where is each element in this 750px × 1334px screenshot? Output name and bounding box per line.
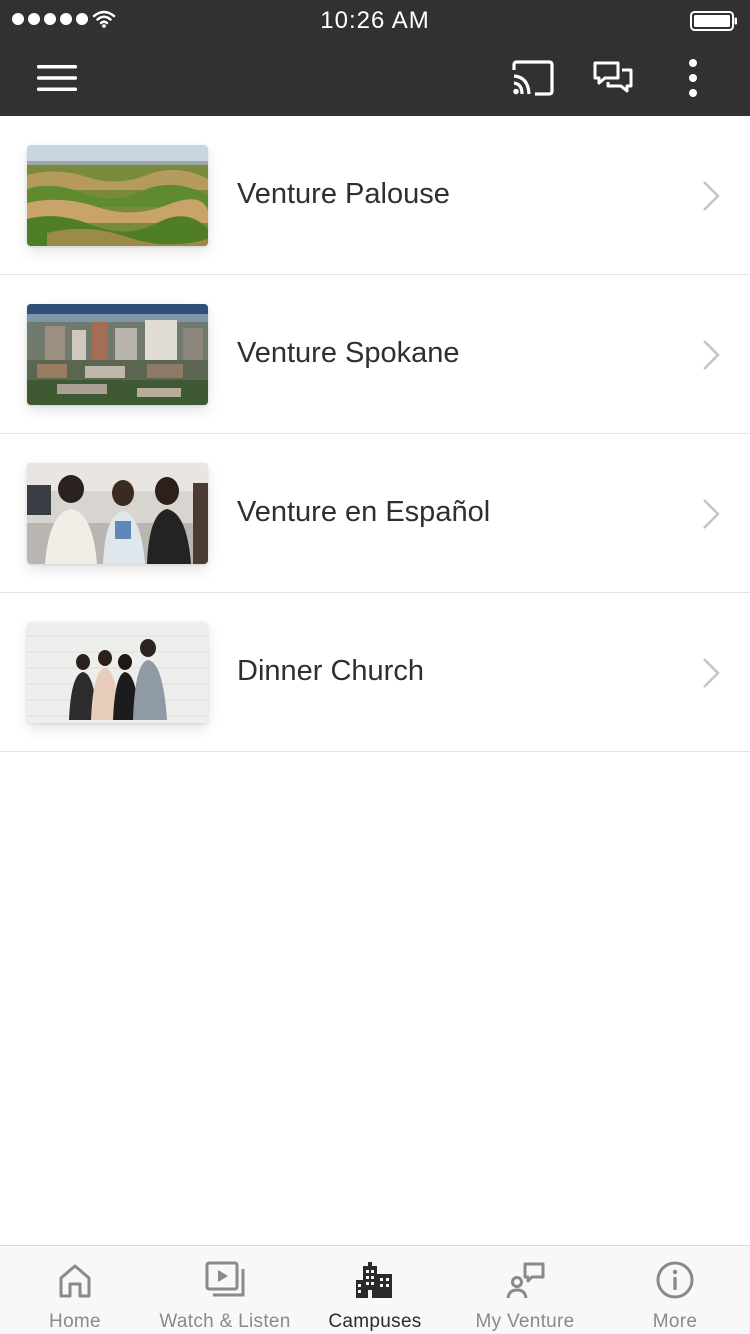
family-group-photo [27, 622, 208, 723]
chevron-right-icon [703, 658, 720, 688]
chevron-right-icon [703, 499, 720, 529]
person-message-icon [506, 1262, 545, 1299]
campus-row[interactable]: Venture Spokane [0, 275, 750, 434]
status-time: 10:26 AM [320, 7, 430, 34]
more-options-button[interactable] [669, 54, 717, 102]
more-vertical-icon [689, 59, 697, 97]
buildings-icon [356, 1262, 392, 1298]
palouse-hills-photo [27, 145, 208, 246]
chevron-right-icon [703, 340, 720, 370]
chat-icon [593, 61, 633, 93]
people-talking-photo [27, 463, 208, 564]
campus-name: Dinner Church [237, 655, 424, 687]
tab-campuses[interactable]: Campuses [300, 1246, 450, 1334]
video-playlist-icon [205, 1261, 245, 1297]
chat-button[interactable] [589, 54, 637, 102]
chevron-right-icon [703, 181, 720, 211]
cast-button[interactable] [509, 54, 557, 102]
home-icon [59, 1264, 91, 1298]
spokane-skyline-photo [27, 304, 208, 405]
bottom-tab-bar: Home Watch & Listen Campuses My Venture … [0, 1245, 750, 1334]
app-bar [0, 40, 750, 116]
campus-row[interactable]: Venture en Español [0, 434, 750, 593]
campus-list: Venture Palouse Venture Spokane Venture … [0, 116, 750, 752]
menu-button[interactable] [33, 54, 81, 102]
tab-watch-listen[interactable]: Watch & Listen [150, 1246, 300, 1334]
hamburger-menu-icon [37, 65, 77, 91]
tab-label: Watch & Listen [159, 1311, 291, 1332]
campus-row[interactable]: Dinner Church [0, 593, 750, 752]
tab-my-venture[interactable]: My Venture [450, 1246, 600, 1334]
tab-label: Campuses [328, 1311, 422, 1332]
tab-label: My Venture [475, 1311, 575, 1332]
campus-row[interactable]: Venture Palouse [0, 116, 750, 275]
tab-more[interactable]: More [600, 1246, 750, 1334]
tab-label: More [652, 1311, 698, 1332]
status-bar: 10:26 AM [0, 0, 750, 40]
battery-icon [690, 11, 737, 31]
campus-name: Venture Palouse [237, 178, 450, 210]
tab-label: Home [49, 1311, 101, 1332]
info-icon [656, 1261, 694, 1299]
campus-name: Venture en Español [237, 496, 491, 528]
campus-name: Venture Spokane [237, 337, 460, 369]
top-bar: 10:26 AM [0, 0, 750, 116]
cast-icon [512, 60, 554, 96]
tab-home[interactable]: Home [0, 1246, 150, 1334]
